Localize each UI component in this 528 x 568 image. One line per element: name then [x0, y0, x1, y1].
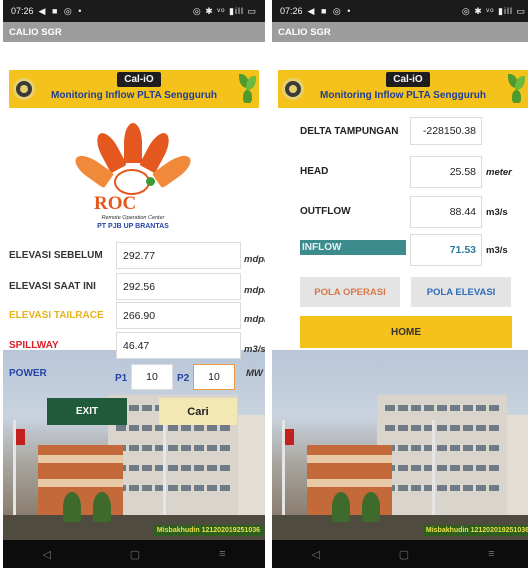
banner-title: Monitoring Inflow PLTA Sengguruh	[320, 90, 486, 101]
flag-icon	[15, 429, 25, 445]
main-content: Misbakhudin 121202019251036 Cal-iO Monit…	[272, 42, 528, 540]
app-badge: Cal-iO	[386, 72, 430, 87]
unit-elevasi-tailrace: mdpl	[244, 314, 265, 325]
output-inflow: 71.53	[410, 234, 482, 266]
status-bar: 07:26 ◀ ■ ◎ • ◎ ✱ ᵛᵒ ▮ill ▭	[272, 0, 528, 22]
eco-plant-icon	[506, 72, 526, 104]
unit-outflow: m3/s	[486, 207, 508, 218]
flame-icon	[124, 123, 142, 163]
back-nav-icon[interactable]: ◁	[311, 548, 319, 561]
output-head: 25.58	[410, 156, 482, 188]
status-left-icons: ◀ ■ ◎ •	[307, 5, 353, 16]
app-window-title: CALIO SGR	[9, 26, 62, 38]
pola-operasi-button[interactable]: POLA OPERASI	[300, 277, 400, 307]
building-photo: Misbakhudin 121202019251036	[272, 350, 528, 540]
home-nav-icon[interactable]: ▢	[399, 548, 409, 561]
android-nav-bar: ◁ ▢ ≡	[3, 540, 265, 568]
status-time: 07:26	[11, 6, 34, 16]
menu-nav-icon[interactable]: ≡	[488, 548, 494, 560]
label-p2: P2	[177, 373, 190, 384]
app-title-bar: CALIO SGR	[272, 22, 528, 42]
input-elevasi-tailrace[interactable]: 266.90	[116, 302, 241, 329]
unit-spillway: m3/s	[244, 344, 265, 355]
unit-elevasi-sebelum: mdpl	[244, 254, 265, 265]
output-outflow: 88.44	[410, 196, 482, 228]
pola-elevasi-button[interactable]: POLA ELEVASI	[411, 277, 511, 307]
label-inflow: INFLOW	[300, 240, 406, 255]
label-power: POWER	[9, 368, 47, 379]
menu-nav-icon[interactable]: ≡	[219, 548, 225, 560]
eco-plant-icon	[237, 72, 257, 104]
unit-inflow: m3/s	[486, 245, 508, 256]
status-left-icons: ◀ ■ ◎ •	[38, 5, 84, 16]
input-spillway[interactable]: 46.47	[116, 332, 241, 359]
roc-subtitle: Remote Operation Center	[101, 215, 165, 221]
phone-screen-main: 07:26 ◀ ■ ◎ • ◎ ✱ ᵛᵒ ▮ill ▭ CALIO SGR Mi…	[3, 0, 265, 568]
input-elevasi-saat-ini[interactable]: 292.56	[116, 273, 241, 300]
home-nav-icon[interactable]: ▢	[130, 548, 140, 561]
android-nav-bar: ◁ ▢ ≡	[272, 540, 528, 568]
label-head: HEAD	[300, 166, 329, 177]
app-banner: Cal-iO Monitoring Inflow PLTA Sengguruh	[9, 70, 259, 108]
roc-word: ROC	[94, 193, 137, 214]
status-time: 07:26	[280, 6, 303, 16]
home-button[interactable]: HOME	[300, 316, 512, 348]
input-p2[interactable]: 10	[193, 364, 235, 390]
output-delta-tampungan: -228150.38	[410, 117, 482, 145]
unit-head: meter	[486, 167, 512, 178]
app-badge: Cal-iO	[117, 72, 161, 87]
cari-button[interactable]: Cari	[159, 398, 237, 425]
app-title-bar: CALIO SGR	[3, 22, 265, 42]
label-elevasi-saat-ini: ELEVASI SAAT INI	[9, 281, 96, 292]
status-right-icons: ◎ ✱ ᵛᵒ ▮ill ▭	[192, 5, 257, 16]
label-spillway: SPILLWAY	[9, 340, 59, 351]
phone-screen-result: 07:26 ◀ ■ ◎ • ◎ ✱ ᵛᵒ ▮ill ▭ CALIO SGR Mi…	[272, 0, 528, 568]
back-nav-icon[interactable]: ◁	[42, 548, 50, 561]
flag-icon	[284, 429, 294, 445]
unit-power: MW	[246, 368, 263, 379]
roc-logo: ROC Remote Operation Center PT PJB UP BR…	[71, 117, 195, 235]
status-right-icons: ◎ ✱ ᵛᵒ ▮ill ▭	[461, 5, 526, 16]
company-name: PT PJB UP BRANTAS	[97, 223, 169, 230]
label-outflow: OUTFLOW	[300, 206, 351, 217]
input-p1[interactable]: 10	[131, 364, 173, 390]
unit-elevasi-saat-ini: mdpl	[244, 285, 265, 296]
main-content: Misbakhudin 121202019251036 Cal-iO Monit…	[3, 42, 265, 540]
banner-title: Monitoring Inflow PLTA Sengguruh	[51, 90, 217, 101]
status-bar: 07:26 ◀ ■ ◎ • ◎ ✱ ᵛᵒ ▮ill ▭	[3, 0, 265, 22]
author-footer: Misbakhudin 121202019251036	[422, 525, 528, 536]
label-p1: P1	[115, 373, 128, 384]
app-banner: Cal-iO Monitoring Inflow PLTA Sengguruh	[278, 70, 528, 108]
label-delta-tampungan: DELTA TAMPUNGAN	[300, 126, 399, 137]
exit-button[interactable]: EXIT	[47, 398, 127, 425]
label-elevasi-sebelum: ELEVASI SEBELUM	[9, 250, 103, 261]
label-elevasi-tailrace: ELEVASI TAILRACE	[9, 310, 104, 321]
input-elevasi-sebelum[interactable]: 292.77	[116, 242, 241, 269]
app-window-title: CALIO SGR	[278, 26, 331, 38]
author-footer: Misbakhudin 121202019251036	[153, 525, 263, 536]
